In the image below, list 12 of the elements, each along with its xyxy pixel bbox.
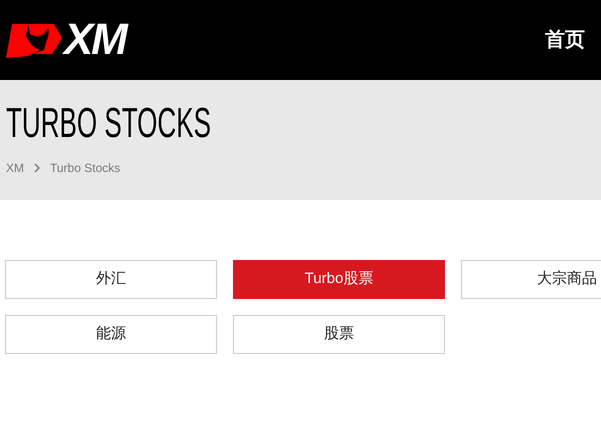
category-tab[interactable]: 能源 [5,315,217,354]
category-tab[interactable]: 大宗商品 [461,260,601,299]
breadcrumb-link[interactable]: XM [6,159,24,177]
bull-logo-icon [6,22,62,58]
home-link[interactable]: 首页 [545,25,585,55]
category-tab[interactable]: 股票 [233,315,445,354]
chevron-right-icon [34,163,40,173]
category-tab[interactable]: 外汇 [5,260,217,299]
category-tab[interactable]: Turbo股票 [233,260,445,299]
breadcrumb-link[interactable]: Turbo Stocks [50,159,120,177]
page-title: TURBO STOCKS [6,102,211,144]
logo-text: XM [64,18,126,62]
